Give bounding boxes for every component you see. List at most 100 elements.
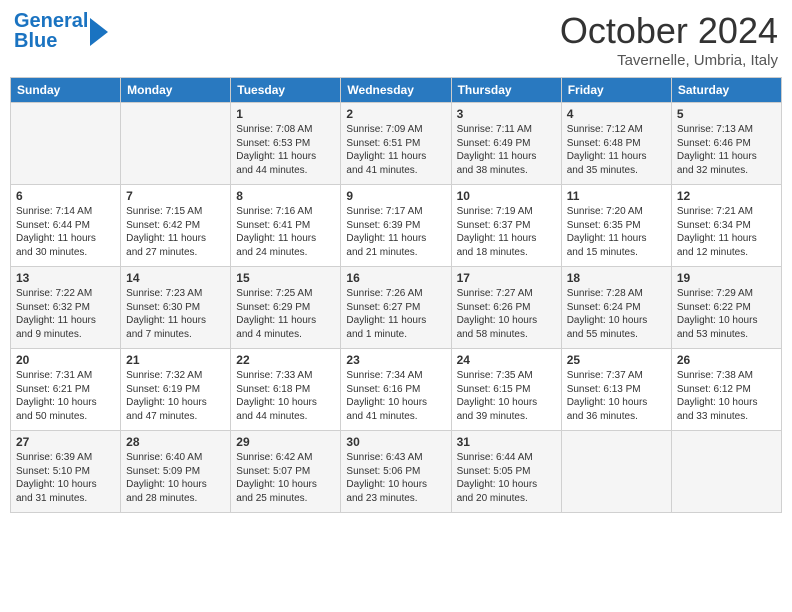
day-number: 6 xyxy=(16,189,115,203)
day-detail: Sunrise: 7:32 AMSunset: 6:19 PMDaylight:… xyxy=(126,369,225,423)
page-header: General Blue October 2024 Tavernelle, Um… xyxy=(10,10,782,69)
day-number: 1 xyxy=(236,107,335,121)
month-title: October 2024 xyxy=(560,10,778,52)
calendar-cell: 23 Sunrise: 7:34 AMSunset: 6:16 PMDayligh… xyxy=(341,349,451,431)
day-detail: Sunrise: 6:43 AMSunset: 5:06 PMDaylight:… xyxy=(346,451,445,505)
calendar-cell: 14 Sunrise: 7:23 AMSunset: 6:30 PMDayligh… xyxy=(121,267,231,349)
day-number: 29 xyxy=(236,435,335,449)
calendar-cell: 8 Sunrise: 7:16 AMSunset: 6:41 PMDaylight… xyxy=(231,185,341,267)
calendar-cell: 28Sunrise: 6:40 AMSunset: 5:09 PMDayligh… xyxy=(121,431,231,513)
calendar-cell: 31 Sunrise: 6:44 AMSunset: 5:05 PMDayligh… xyxy=(451,431,561,513)
day-detail: Sunrise: 7:23 AMSunset: 6:30 PMDaylight:… xyxy=(126,287,225,341)
logo-line2: Blue xyxy=(14,30,88,52)
logo: General Blue xyxy=(14,10,108,52)
calendar-cell: 12Sunrise: 7:21 AMSunset: 6:34 PMDayligh… xyxy=(671,185,781,267)
day-number: 23 xyxy=(346,353,445,367)
day-number: 18 xyxy=(567,271,666,285)
calendar-cell: 30 Sunrise: 6:43 AMSunset: 5:06 PMDayligh… xyxy=(341,431,451,513)
title-section: October 2024 Tavernelle, Umbria, Italy xyxy=(560,10,778,69)
calendar-cell: 10 Sunrise: 7:19 AMSunset: 6:37 PMDayligh… xyxy=(451,185,561,267)
day-number: 26 xyxy=(677,353,776,367)
day-detail: Sunrise: 6:44 AMSunset: 5:05 PMDaylight:… xyxy=(457,451,556,505)
calendar-cell: 13 Sunrise: 7:22 AMSunset: 6:32 PMDayligh… xyxy=(11,267,121,349)
day-number: 12 xyxy=(677,189,776,203)
calendar-cell xyxy=(121,103,231,185)
calendar-week-row: 20 Sunrise: 7:31 AMSunset: 6:21 PMDayligh… xyxy=(11,349,782,431)
col-header-friday: Friday xyxy=(561,78,671,103)
day-number: 15 xyxy=(236,271,335,285)
calendar-cell: 26 Sunrise: 7:38 AMSunset: 6:12 PMDayligh… xyxy=(671,349,781,431)
location-subtitle: Tavernelle, Umbria, Italy xyxy=(560,52,778,69)
col-header-wednesday: Wednesday xyxy=(341,78,451,103)
day-detail: Sunrise: 7:12 AMSunset: 6:48 PMDaylight:… xyxy=(567,123,666,177)
day-number: 24 xyxy=(457,353,556,367)
calendar-cell: 21 Sunrise: 7:32 AMSunset: 6:19 PMDayligh… xyxy=(121,349,231,431)
day-number: 30 xyxy=(346,435,445,449)
day-number: 10 xyxy=(457,189,556,203)
day-number: 22 xyxy=(236,353,335,367)
day-number: 11 xyxy=(567,189,666,203)
calendar-table: SundayMondayTuesdayWednesdayThursdayFrid… xyxy=(10,77,782,513)
day-number: 17 xyxy=(457,271,556,285)
col-header-saturday: Saturday xyxy=(671,78,781,103)
calendar-cell: 17 Sunrise: 7:27 AMSunset: 6:26 PMDayligh… xyxy=(451,267,561,349)
day-detail: Sunrise: 7:31 AMSunset: 6:21 PMDaylight:… xyxy=(16,369,115,423)
calendar-cell: 27 Sunrise: 6:39 AMSunset: 5:10 PMDayligh… xyxy=(11,431,121,513)
day-detail: Sunrise: 7:25 AMSunset: 6:29 PMDaylight:… xyxy=(236,287,335,341)
day-detail: Sunrise: 7:29 AMSunset: 6:22 PMDaylight:… xyxy=(677,287,776,341)
calendar-cell: 19 Sunrise: 7:29 AMSunset: 6:22 PMDayligh… xyxy=(671,267,781,349)
day-number: 9 xyxy=(346,189,445,203)
day-detail: Sunrise: 7:19 AMSunset: 6:37 PMDaylight:… xyxy=(457,205,556,259)
day-detail: Sunrise: 7:35 AMSunset: 6:15 PMDaylight:… xyxy=(457,369,556,423)
calendar-cell: 6Sunrise: 7:14 AMSunset: 6:44 PMDaylight… xyxy=(11,185,121,267)
day-detail: Sunrise: 6:42 AMSunset: 5:07 PMDaylight:… xyxy=(236,451,335,505)
day-detail: Sunrise: 7:16 AMSunset: 6:41 PMDaylight:… xyxy=(236,205,335,259)
day-number: 4 xyxy=(567,107,666,121)
day-number: 8 xyxy=(236,189,335,203)
day-detail: Sunrise: 7:15 AMSunset: 6:42 PMDaylight:… xyxy=(126,205,225,259)
day-number: 28 xyxy=(126,435,225,449)
logo-line1: General xyxy=(14,10,88,32)
col-header-monday: Monday xyxy=(121,78,231,103)
day-detail: Sunrise: 7:17 AMSunset: 6:39 PMDaylight:… xyxy=(346,205,445,259)
calendar-cell: 9 Sunrise: 7:17 AMSunset: 6:39 PMDaylight… xyxy=(341,185,451,267)
day-detail: Sunrise: 7:38 AMSunset: 6:12 PMDaylight:… xyxy=(677,369,776,423)
day-number: 19 xyxy=(677,271,776,285)
calendar-week-row: 6Sunrise: 7:14 AMSunset: 6:44 PMDaylight… xyxy=(11,185,782,267)
day-detail: Sunrise: 7:27 AMSunset: 6:26 PMDaylight:… xyxy=(457,287,556,341)
col-header-sunday: Sunday xyxy=(11,78,121,103)
calendar-cell xyxy=(671,431,781,513)
calendar-cell: 20 Sunrise: 7:31 AMSunset: 6:21 PMDayligh… xyxy=(11,349,121,431)
day-number: 16 xyxy=(346,271,445,285)
day-number: 25 xyxy=(567,353,666,367)
day-number: 7 xyxy=(126,189,225,203)
calendar-cell: 3 Sunrise: 7:11 AMSunset: 6:49 PMDaylight… xyxy=(451,103,561,185)
calendar-cell: 15 Sunrise: 7:25 AMSunset: 6:29 PMDayligh… xyxy=(231,267,341,349)
calendar-cell: 7 Sunrise: 7:15 AMSunset: 6:42 PMDaylight… xyxy=(121,185,231,267)
day-detail: Sunrise: 6:39 AMSunset: 5:10 PMDaylight:… xyxy=(16,451,115,505)
col-header-thursday: Thursday xyxy=(451,78,561,103)
calendar-header-row: SundayMondayTuesdayWednesdayThursdayFrid… xyxy=(11,78,782,103)
day-detail: Sunrise: 7:28 AMSunset: 6:24 PMDaylight:… xyxy=(567,287,666,341)
day-number: 13 xyxy=(16,271,115,285)
day-detail: Sunrise: 7:09 AMSunset: 6:51 PMDaylight:… xyxy=(346,123,445,177)
day-number: 20 xyxy=(16,353,115,367)
day-detail: Sunrise: 7:34 AMSunset: 6:16 PMDaylight:… xyxy=(346,369,445,423)
calendar-cell: 4 Sunrise: 7:12 AMSunset: 6:48 PMDaylight… xyxy=(561,103,671,185)
day-detail: Sunrise: 7:11 AMSunset: 6:49 PMDaylight:… xyxy=(457,123,556,177)
calendar-week-row: 1 Sunrise: 7:08 AMSunset: 6:53 PMDaylight… xyxy=(11,103,782,185)
day-detail: Sunrise: 7:13 AMSunset: 6:46 PMDaylight:… xyxy=(677,123,776,177)
calendar-week-row: 13 Sunrise: 7:22 AMSunset: 6:32 PMDayligh… xyxy=(11,267,782,349)
calendar-cell: 2 Sunrise: 7:09 AMSunset: 6:51 PMDaylight… xyxy=(341,103,451,185)
day-number: 27 xyxy=(16,435,115,449)
day-number: 2 xyxy=(346,107,445,121)
day-number: 14 xyxy=(126,271,225,285)
day-detail: Sunrise: 7:26 AMSunset: 6:27 PMDaylight:… xyxy=(346,287,445,341)
day-number: 3 xyxy=(457,107,556,121)
calendar-cell xyxy=(11,103,121,185)
day-detail: Sunrise: 7:37 AMSunset: 6:13 PMDaylight:… xyxy=(567,369,666,423)
day-detail: Sunrise: 7:22 AMSunset: 6:32 PMDaylight:… xyxy=(16,287,115,341)
day-detail: Sunrise: 7:08 AMSunset: 6:53 PMDaylight:… xyxy=(236,123,335,177)
day-number: 21 xyxy=(126,353,225,367)
day-number: 31 xyxy=(457,435,556,449)
